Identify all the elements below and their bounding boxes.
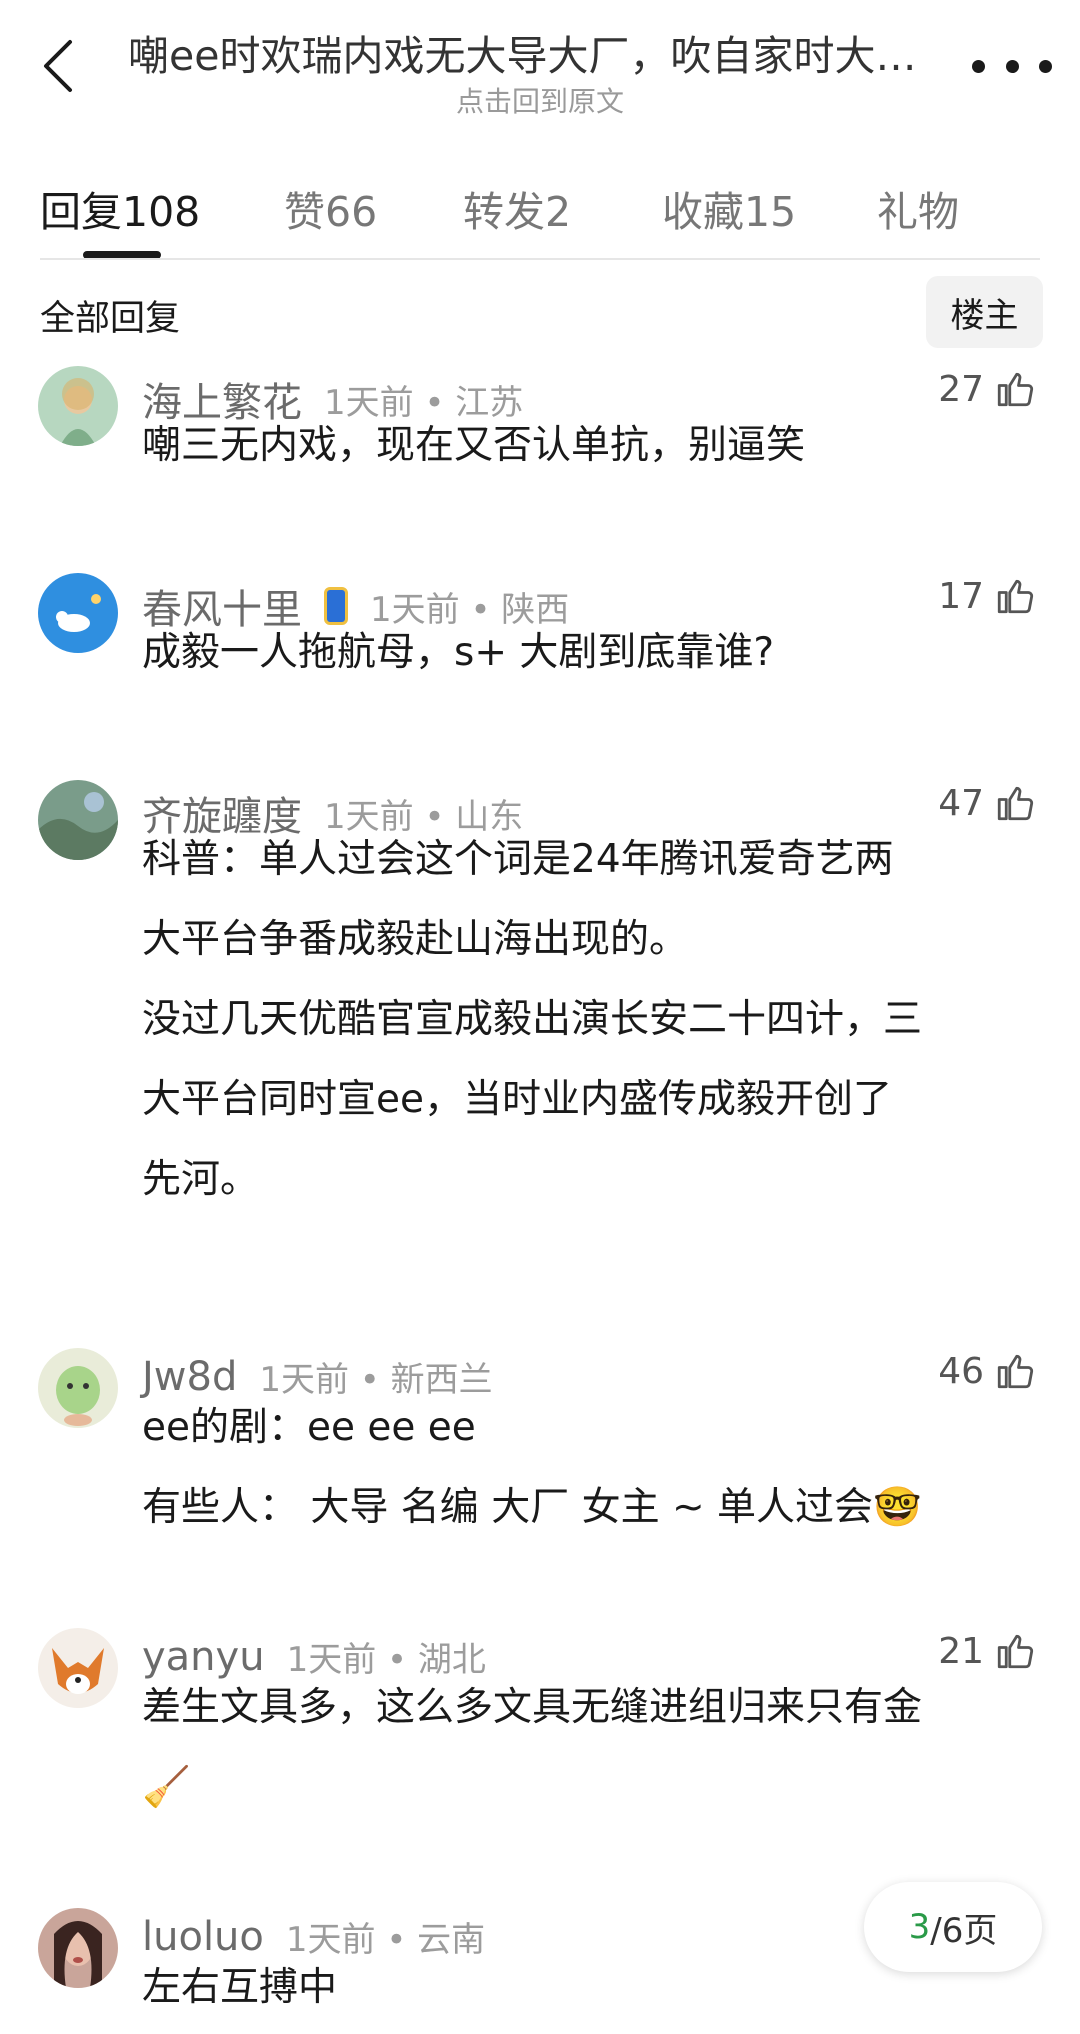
like-count: 17 xyxy=(938,575,984,617)
tab-bar: 回复108 赞66 转发2 收藏15 礼物 xyxy=(0,150,1080,260)
current-page: 3 xyxy=(908,1907,931,1947)
thumbs-up-icon xyxy=(997,1354,1034,1389)
tab-likes[interactable]: 赞66 xyxy=(284,178,377,238)
like-count: 21 xyxy=(938,1630,984,1672)
tab-reposts[interactable]: 转发2 xyxy=(463,178,571,238)
post-title[interactable]: 嘲ee时欢瑞内戏无大导大厂，吹自家时大… xyxy=(128,22,958,82)
owner-only-button[interactable]: 楼主 xyxy=(926,276,1043,348)
all-replies-heading: 全部回复 xyxy=(40,299,181,339)
avatar[interactable] xyxy=(38,366,118,446)
tab-favorites[interactable]: 收藏15 xyxy=(662,178,796,238)
like-button[interactable]: 21 xyxy=(938,1630,1036,1672)
avatar[interactable] xyxy=(38,1348,118,1428)
tab-replies[interactable]: 回复108 xyxy=(40,178,200,238)
like-count: 47 xyxy=(938,782,984,824)
like-count: 27 xyxy=(938,368,984,410)
comment-text: 科普：单人过会这个词是24年腾讯爱奇艺两 大平台争番成毅赴山海出现的。 没过几天… xyxy=(142,837,923,1202)
avatar[interactable] xyxy=(38,1628,118,1708)
avatar[interactable] xyxy=(38,573,118,653)
thumbs-up-icon xyxy=(997,1634,1034,1669)
comment-text: ee的剧：ee ee ee 有些人： 大导 名编 大厂 女主 ~ 单人过会🤓 xyxy=(142,1405,922,1530)
tab-gifts[interactable]: 礼物 xyxy=(877,178,959,238)
like-button[interactable]: 27 xyxy=(938,368,1036,410)
more-options-icon[interactable] xyxy=(972,44,1052,88)
like-button[interactable]: 17 xyxy=(938,575,1036,617)
thumbs-up-icon xyxy=(997,372,1034,407)
like-button[interactable]: 46 xyxy=(938,1350,1036,1392)
total-pages: /6页 xyxy=(930,1910,998,1951)
comment-text: 成毅一人拖航母，s+ 大剧到底靠谁? xyxy=(142,630,775,675)
back-to-original-link[interactable]: 点击回到原文 xyxy=(0,80,1080,120)
thumbs-up-icon xyxy=(997,786,1034,821)
comment-text: 差生文具多，这么多文具无缝进组归来只有金 🧹 xyxy=(142,1685,923,1810)
top-bar: 嘲ee时欢瑞内戏无大导大厂，吹自家时大… 点击回到原文 xyxy=(0,0,1080,130)
comment-text: 嘲三无内戏，现在又否认单抗，别逼笑 xyxy=(142,423,806,468)
avatar[interactable] xyxy=(38,780,118,860)
avatar[interactable] xyxy=(38,1908,118,1988)
thumbs-up-icon xyxy=(997,579,1034,614)
like-count: 46 xyxy=(938,1350,984,1392)
like-button[interactable]: 47 xyxy=(938,782,1036,824)
divider xyxy=(40,258,1040,260)
page-indicator[interactable]: 3/6页 xyxy=(864,1882,1042,1972)
